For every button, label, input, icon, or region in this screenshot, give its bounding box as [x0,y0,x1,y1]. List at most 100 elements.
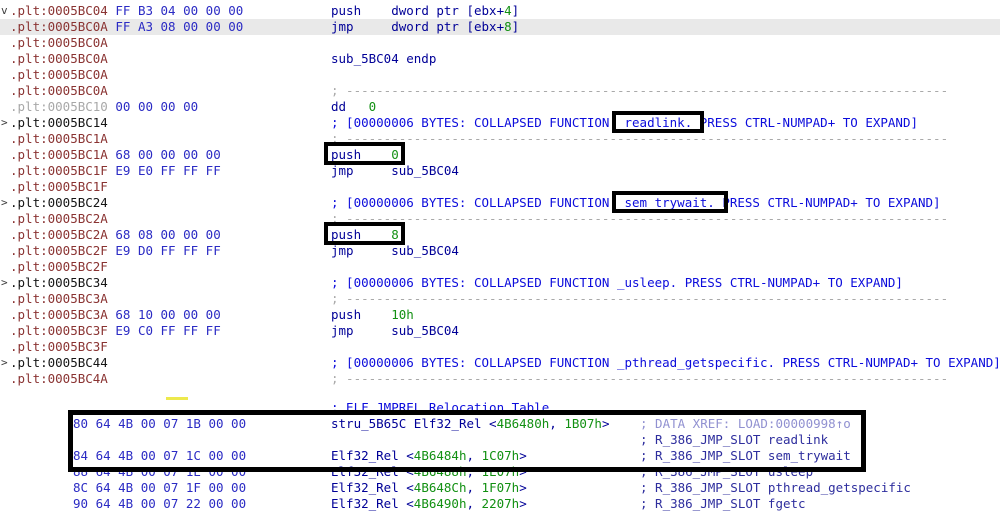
asm-line[interactable]: >.plt:0005BC44 ; [00000006 BYTES: COLLAPS… [0,355,1000,371]
reloc-line[interactable]: 90 64 4B 00 07 22 00 00 Elf32_Rel <4B6490… [0,496,1000,512]
annotation-box-sem-trywait-label [612,191,728,213]
asm-line[interactable]: .plt:0005BC0A [0,35,1000,51]
asm-line[interactable]: .plt:0005BC3F [0,339,1000,355]
address-prefix: .plt:0005BC3F [10,339,108,354]
disassembly-text: ; [00000006 BYTES: COLLAPSED FUNCTION _u… [331,275,903,291]
address-prefix: .plt:0005BC1F [10,163,108,178]
number-literal: 0 [369,99,377,114]
fold-collapsed-icon[interactable]: > [1,115,8,131]
instruction-text: dword ptr [ebx+ [391,3,504,18]
asm-line[interactable]: .plt:0005BC3F E9 C0 FF FF FFjmp sub_5BC0… [0,323,1000,339]
asm-line[interactable]: .plt:0005BC2A 68 08 00 00 00push 8 [0,227,1000,243]
fold-collapsed-icon[interactable]: > [1,275,8,291]
asm-line[interactable]: .plt:0005BC10 00 00 00 00 dd 0 [0,99,1000,115]
asm-line[interactable]: v.plt:0005BC04 FF B3 04 00 00 00push dwo… [0,3,1000,19]
symbol-name[interactable]: sub_5BC04 [391,163,459,178]
separator-comment: ; --------------------------------------… [331,83,948,98]
annotation-box-readlink-label [612,111,704,133]
address-prefix: .plt:0005BC24 [10,195,108,210]
instruction-text: > [519,496,527,511]
address-prefix: .plt:0005BC2F [10,259,108,274]
symbol-name[interactable]: sub_5BC04 [331,51,399,66]
address-prefix: .plt:0005BC10 [10,99,108,114]
symbol-name[interactable]: sub_5BC04 [391,243,459,258]
asm-line[interactable]: .plt:0005BC0A FF A3 08 00 00 00 jmp dword… [0,19,1000,35]
slot-comment: ; R_386_JMP_SLOT pthread_getspecific [640,480,911,495]
fold-collapsed-icon[interactable]: > [1,195,8,211]
instruction-text: Elf32_Rel < [331,480,414,495]
byte-values: 68 08 00 00 00 [108,227,221,242]
separator-comment: ; --------------------------------------… [331,371,948,386]
instruction-text: , [466,496,481,511]
relocation-entry-text: Elf32_Rel <4B648Ch, 1F07h> [331,480,527,496]
byte-values: 68 10 00 00 00 [108,307,221,322]
byte-values: 00 00 00 00 [108,99,198,114]
comment-column: ; R_386_JMP_SLOT fgetc [640,496,806,512]
address-prefix: .plt:0005BC1A [10,147,108,162]
instruction-text: Elf32_Rel < [331,496,414,511]
asm-line[interactable]: .plt:0005BC1A; -------------------------… [0,131,1000,147]
address-prefix: .plt:0005BC0A [10,19,108,34]
number-literal: 4B6490h [414,496,467,511]
instruction-text: ] [512,19,520,34]
number-literal: 8 [504,19,512,34]
annotation-box-relocation-rows [68,410,866,472]
byte-values: 90 64 4B 00 07 22 00 00 [73,496,246,512]
reloc-line[interactable]: 8C 64 4B 00 07 1F 00 00 Elf32_Rel <4B648C… [0,480,1000,496]
instruction-text: push [331,307,391,322]
byte-values: E9 C0 FF FF FF [108,323,221,338]
disassembly-text: ; --------------------------------------… [331,371,948,387]
disassembly-text: ; [00000006 BYTES: COLLAPSED FUNCTION _p… [331,355,1000,371]
address-prefix: .plt:0005BC4A [10,371,108,386]
byte-values: 68 00 00 00 00 [108,147,221,162]
asm-line[interactable]: .plt:0005BC0Asub_5BC04 endp [0,51,1000,67]
asm-line[interactable]: .plt:0005BC1A 68 00 00 00 00push 0 [0,147,1000,163]
asm-line[interactable]: .plt:0005BC2A; -------------------------… [0,211,1000,227]
asm-line[interactable]: .plt:0005BC1F [0,179,1000,195]
address-prefix: .plt:0005BC14 [10,115,108,130]
disassembly-text: ; --------------------------------------… [331,211,948,227]
disassembly-text: sub_5BC04 endp [331,51,436,67]
fold-collapsed-icon[interactable]: > [1,355,8,371]
annotation-box-push-8 [324,222,405,245]
asm-line[interactable]: .plt:0005BC4A ; -------------------------… [0,371,1000,387]
address-prefix: .plt:0005BC3A [10,307,108,322]
disassembly-text: push dword ptr [ebx+4] [331,3,519,19]
address-prefix: .plt:0005BC2F [10,243,108,258]
asm-line[interactable]: .plt:0005BC2F [0,259,1000,275]
asm-line[interactable]: .plt:0005BC3A; -------------------------… [0,291,1000,307]
asm-line[interactable]: .plt:0005BC0A ; -------------------------… [0,83,1000,99]
asm-line[interactable]: >.plt:0005BC24; [00000006 BYTES: COLLAPS… [0,195,1000,211]
byte-values: E9 E0 FF FF FF [108,163,221,178]
instruction-text: , [466,480,481,495]
disassembly-text: ; --------------------------------------… [331,291,948,307]
disassembly-text: jmp sub_5BC04 [331,163,459,179]
instruction-text: > [519,480,527,495]
byte-values: FF A3 08 00 00 00 [108,19,243,34]
byte-values: E9 D0 FF FF FF [108,243,221,258]
asm-line[interactable]: .plt:0005BC3A 68 10 00 00 00push 10h [0,307,1000,323]
instruction-text: jmp [331,243,391,258]
symbol-name[interactable]: sub_5BC04 [391,323,459,338]
address-prefix: .plt:0005BC0A [10,83,108,98]
disassembly-text: jmp sub_5BC04 [331,243,459,259]
disassembly-text: jmp dword ptr [ebx+8] [331,19,519,35]
instruction-text: dword ptr [ebx+ [391,19,504,34]
asm-line[interactable]: .plt:0005BC0A [0,67,1000,83]
asm-line[interactable]: .plt:0005BC1F E9 E0 FF FF FF jmp sub_5BC0… [0,163,1000,179]
asm-line[interactable]: .plt:0005BC2F E9 D0 FF FF FF jmp sub_5BC0… [0,243,1000,259]
asm-line[interactable]: >.plt:0005BC34; [00000006 BYTES: COLLAPS… [0,275,1000,291]
instruction-text: dd [331,99,369,114]
instruction-text: ] [512,3,520,18]
byte-values: 8C 64 4B 00 07 1F 00 00 [73,480,246,496]
address-prefix: .plt:0005BC44 [10,355,108,370]
number-literal: 2207h [482,496,520,511]
disassembly-text: ; --------------------------------------… [331,83,948,99]
instruction-text: jmp [331,323,391,338]
byte-values: FF B3 04 00 00 00 [108,3,243,18]
number-literal: 4 [504,3,512,18]
asm-line[interactable]: >.plt:0005BC14; [00000006 BYTES: COLLAPS… [0,115,1000,131]
fold-expanded-icon[interactable]: v [1,3,8,19]
disassembly-text: dd 0 [331,99,376,115]
separator-comment: ; --------------------------------------… [331,291,948,306]
